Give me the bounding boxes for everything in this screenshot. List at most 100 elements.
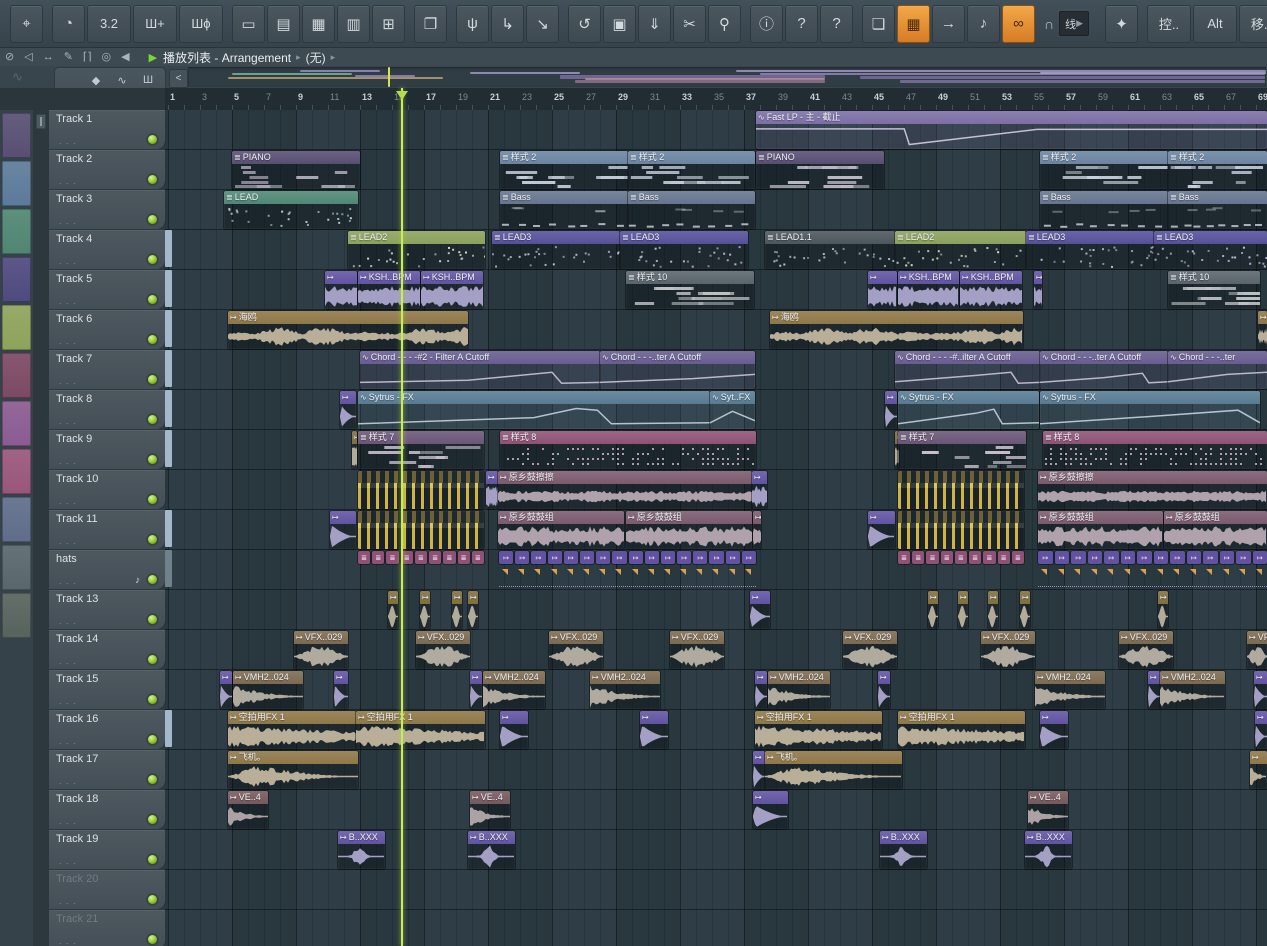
monitor-icon[interactable]: ◀ (121, 48, 129, 66)
track-header[interactable]: Track 15. . . (49, 670, 165, 709)
audio-clip[interactable]: ↦飞机。 (228, 751, 358, 789)
detach-window-icon[interactable]: ❏ (862, 5, 895, 43)
arrangement-selector[interactable]: (无) (306, 49, 326, 66)
audio-clip[interactable]: ↦VFX..029 (549, 631, 603, 669)
audio-clip[interactable]: ↦ (1254, 671, 1267, 709)
track-options[interactable]: . . . (59, 496, 77, 506)
track-enable-led[interactable] (148, 615, 157, 624)
automation-clip[interactable]: ∿Sytrus - FX (1040, 391, 1260, 429)
audio-clip[interactable]: ↦VMH2..024 (1160, 671, 1225, 709)
info-icon[interactable]: ⓘ (750, 5, 783, 43)
snap-selector[interactable]: 线▶ (1059, 11, 1089, 36)
hat-pattern-cell[interactable]: ≣ (983, 551, 995, 564)
track-options[interactable]: . . . (59, 216, 77, 226)
audio-clip[interactable]: ↦ (470, 671, 482, 709)
track-lane[interactable] (165, 870, 1267, 910)
pattern-clip[interactable]: ≣LEAD3 (1154, 231, 1267, 269)
track-select-strip[interactable] (165, 510, 172, 547)
track-select-strip[interactable] (165, 390, 172, 427)
zoom-icon[interactable]: ◎ (102, 48, 112, 66)
audio-clip[interactable]: ↦ (868, 271, 897, 309)
hat-audio-cell[interactable]: ↦ (1187, 551, 1202, 564)
track-select-strip[interactable] (165, 350, 172, 387)
playlist-window-icon[interactable]: ▦ (302, 5, 335, 43)
track-enable-led[interactable] (148, 775, 157, 784)
alt-button[interactable]: Alt (1193, 5, 1237, 43)
countdown-icon[interactable]: 3.2 (87, 5, 131, 43)
track-options[interactable]: . . . (59, 416, 77, 426)
hat-pattern-cell[interactable]: ≣ (429, 551, 441, 564)
automation-clip[interactable]: ∿Chord - - - -#..ilter A Cutoff (895, 351, 1040, 389)
track-header[interactable]: Track 6. . . (49, 310, 165, 349)
track-enable-led[interactable] (148, 535, 157, 544)
track-header[interactable]: Track 16. . . (49, 710, 165, 749)
track-enable-led[interactable] (148, 335, 157, 344)
record-audio-icon[interactable]: ⚲ (708, 5, 741, 43)
hat-audio-cell[interactable]: ↦ (1104, 551, 1119, 564)
audio-clip[interactable]: ↦VMH2..024 (483, 671, 545, 709)
hat-audio-cell[interactable]: ↦ (612, 551, 626, 564)
audio-clip[interactable]: ↦ (325, 271, 357, 309)
audio-clip[interactable]: ↦空拍用FX 1 (356, 711, 485, 749)
track-header[interactable]: Track 21. . . (49, 910, 165, 946)
audio-clip[interactable]: ↦KSH..BPM (960, 271, 1022, 309)
mute-icon[interactable]: ◁ (24, 48, 32, 66)
hat-pattern-cell[interactable]: ≣ (926, 551, 938, 564)
wait-for-input-icon[interactable]: ◔ (52, 5, 85, 43)
audio-clip[interactable]: ↦KSH..BPM (358, 271, 420, 309)
track-enable-led[interactable] (148, 255, 157, 264)
hat-audio-cell[interactable]: ↦ (531, 551, 545, 564)
hat-audio-cell[interactable]: ↦ (742, 551, 756, 564)
hat-audio-cell[interactable]: ↦ (1137, 551, 1152, 564)
track-enable-led[interactable] (148, 895, 157, 904)
hat-audio-clips[interactable]: ↦↦↦↦↦↦↦↦↦↦↦↦↦↦↦↦ (499, 551, 756, 589)
no-snap-icon[interactable]: ⊘ (5, 48, 14, 66)
hat-audio-cell[interactable]: ↦ (1121, 551, 1136, 564)
pattern-clip[interactable]: ≣LEAD2 (895, 231, 1026, 269)
track-lane[interactable] (165, 830, 1267, 870)
link-icon[interactable]: ∞ (1002, 5, 1035, 43)
pattern-thumbnail[interactable] (2, 305, 31, 350)
hat-pattern-cell[interactable]: ≣ (358, 551, 370, 564)
cursor-icon[interactable]: ↘ (526, 5, 559, 43)
track-options[interactable]: . . . (59, 776, 77, 786)
audio-clip[interactable]: ↦VMH2..024 (768, 671, 830, 709)
pattern-clip[interactable]: ≣LEAD3 (492, 231, 620, 269)
hat-audio-cell[interactable]: ↦ (1220, 551, 1235, 564)
pattern-clip[interactable]: ≣PIANO (756, 151, 884, 189)
track-enable-led[interactable] (148, 415, 157, 424)
pattern-clip[interactable]: ≣样式 2 (500, 151, 628, 189)
audio-clip[interactable]: ↦ (1255, 711, 1267, 749)
ctrl-button[interactable]: 控.. (1147, 5, 1191, 43)
track-options[interactable]: . . . (59, 936, 77, 946)
audio-clip[interactable]: ↦VFX..029 (1119, 631, 1173, 669)
hat-audio-cell[interactable]: ↦ (515, 551, 529, 564)
audio-clip[interactable]: ↦VFX..029 (416, 631, 470, 669)
automation-clip[interactable]: ∿Syt..FX (710, 391, 755, 429)
hat-pattern-cell[interactable]: ≣ (386, 551, 398, 564)
pattern-filter-icon[interactable]: Ш (135, 71, 161, 89)
hat-audio-cell[interactable]: ↦ (1071, 551, 1086, 564)
track-enable-led[interactable] (148, 575, 157, 584)
hat-audio-cell[interactable]: ↦ (1154, 551, 1169, 564)
automation-clip[interactable]: ∿Chord - - -..ter A Cutoff (600, 351, 755, 389)
stamp-icon[interactable]: ✦ (1105, 5, 1138, 43)
automation-filter-icon[interactable]: ∿ (109, 71, 135, 89)
audio-clip[interactable]: ↦B..XXX (468, 831, 515, 869)
audio-clip[interactable]: ↦原乡鼓鼓组 (498, 511, 624, 549)
plugin-icon[interactable]: ψ (456, 5, 489, 43)
track-select-strip[interactable] (165, 550, 172, 587)
pattern-clip[interactable]: ≣样式 8 (1043, 431, 1267, 469)
automation-clip[interactable]: ∿Chord - - -..ter A Cutoff (1040, 351, 1168, 389)
track-options[interactable]: . . . (59, 816, 77, 826)
pattern-thumbnail[interactable] (2, 401, 31, 446)
automation-clip[interactable]: ∿Chord - - - -#2 - Filter A Cutoff (360, 351, 600, 389)
audio-clip[interactable]: ↦B..XXX (1025, 831, 1072, 869)
track-header[interactable]: Track 7. . . (49, 350, 165, 389)
audio-clip[interactable]: ↦ (958, 591, 968, 629)
hat-audio-cell[interactable]: ↦ (580, 551, 594, 564)
pattern-thumbnail[interactable] (2, 497, 31, 542)
track-options[interactable]: . . . (59, 696, 77, 706)
audio-clip[interactable]: ↦ (1148, 671, 1160, 709)
step-editor-icon[interactable]: ▤ (267, 5, 300, 43)
